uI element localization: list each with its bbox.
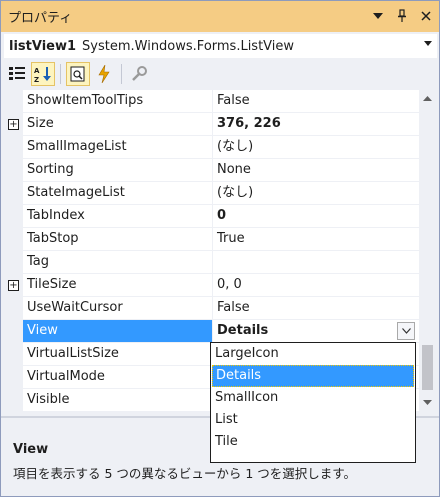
categorized-icon[interactable]: [5, 62, 29, 86]
property-row-tabindex[interactable]: TabIndex 0: [5, 205, 419, 228]
property-value[interactable]: 376, 226: [213, 113, 419, 136]
description-title: View: [13, 442, 49, 457]
scrollbar-thumb[interactable]: [422, 345, 433, 390]
dropdown-option[interactable]: SmallIcon: [212, 387, 414, 409]
pin-icon[interactable]: [395, 7, 409, 25]
vertical-scrollbar[interactable]: [420, 90, 435, 411]
toolbar-separator: [121, 64, 122, 84]
property-value[interactable]: None: [213, 159, 419, 182]
property-row-tabstop[interactable]: TabStop True: [5, 228, 419, 251]
property-name: TabIndex: [23, 205, 213, 228]
expand-icon[interactable]: +: [8, 280, 19, 291]
scroll-up-icon[interactable]: [420, 90, 435, 107]
close-icon[interactable]: [419, 7, 433, 25]
property-row-usewaitcursor[interactable]: UseWaitCursor False: [5, 297, 419, 320]
object-name: listView1: [9, 38, 77, 54]
chevron-down-icon[interactable]: [424, 38, 432, 49]
property-row-sorting[interactable]: Sorting None: [5, 159, 419, 182]
property-name: View: [23, 320, 213, 343]
object-selector[interactable]: listView1 System.Windows.Forms.ListView: [4, 34, 437, 58]
property-name: UseWaitCursor: [23, 297, 213, 320]
property-value[interactable]: True: [213, 228, 419, 251]
dropdown-option[interactable]: LargeIcon: [212, 343, 414, 365]
property-value[interactable]: False: [213, 90, 419, 113]
window-title: プロパティ: [8, 11, 73, 26]
property-name: SmallImageList: [23, 136, 213, 159]
properties-window: プロパティ listView1 System.Windows.Forms.Lis…: [0, 0, 440, 497]
property-name: TabStop: [23, 228, 213, 251]
property-row-stateimagelist[interactable]: StateImageList (なし): [5, 182, 419, 205]
scroll-down-icon[interactable]: [420, 394, 435, 411]
property-row-tilesize[interactable]: + TileSize 0, 0: [5, 274, 419, 297]
toolbar-separator: [60, 64, 61, 84]
svg-text:A: A: [34, 67, 40, 75]
object-type: System.Windows.Forms.ListView: [82, 38, 295, 54]
property-value[interactable]: [213, 251, 419, 274]
property-name: VirtualListSize: [23, 343, 213, 366]
dropdown-arrow-icon[interactable]: [371, 7, 385, 25]
properties-icon[interactable]: [66, 62, 90, 86]
property-toolbar: A Z: [5, 61, 151, 87]
dropdown-option[interactable]: List: [212, 409, 414, 431]
description-text: 項目を表示する 5 つの異なるビューから 1 つを選択します。: [13, 466, 357, 481]
property-name: ShowItemToolTips: [23, 90, 213, 113]
property-row-size[interactable]: + Size 376, 226: [5, 113, 419, 136]
property-value[interactable]: 0, 0: [213, 274, 419, 297]
property-row-smallimagelist[interactable]: SmallImageList (なし): [5, 136, 419, 159]
dropdown-option-selected[interactable]: Details: [212, 365, 414, 387]
events-icon[interactable]: [92, 62, 116, 86]
alphabetical-icon[interactable]: A Z: [31, 62, 55, 86]
property-value-combo[interactable]: Details: [213, 320, 419, 343]
property-value[interactable]: (なし): [213, 136, 419, 159]
property-row-view[interactable]: View Details: [5, 320, 419, 343]
property-value[interactable]: False: [213, 297, 419, 320]
view-dropdown-list[interactable]: LargeIcon Details SmallIcon List Tile: [210, 342, 416, 463]
property-name: StateImageList: [23, 182, 213, 205]
property-name: Visible: [23, 389, 213, 411]
property-name: Tag: [23, 251, 213, 274]
property-value[interactable]: (なし): [213, 182, 419, 205]
dropdown-option[interactable]: Tile: [212, 431, 414, 453]
property-name: Size: [23, 113, 213, 136]
property-name: VirtualMode: [23, 366, 213, 389]
property-row-tag[interactable]: Tag: [5, 251, 419, 274]
chevron-down-icon[interactable]: [397, 322, 415, 340]
property-value[interactable]: 0: [213, 205, 419, 228]
property-row-showitemtooltips[interactable]: ShowItemToolTips False: [5, 90, 419, 113]
svg-text:Z: Z: [34, 76, 39, 83]
property-pages-icon[interactable]: [127, 62, 151, 86]
property-name: Sorting: [23, 159, 213, 182]
expand-icon[interactable]: +: [8, 119, 19, 130]
title-bar[interactable]: プロパティ: [1, 1, 439, 32]
property-name: TileSize: [23, 274, 213, 297]
